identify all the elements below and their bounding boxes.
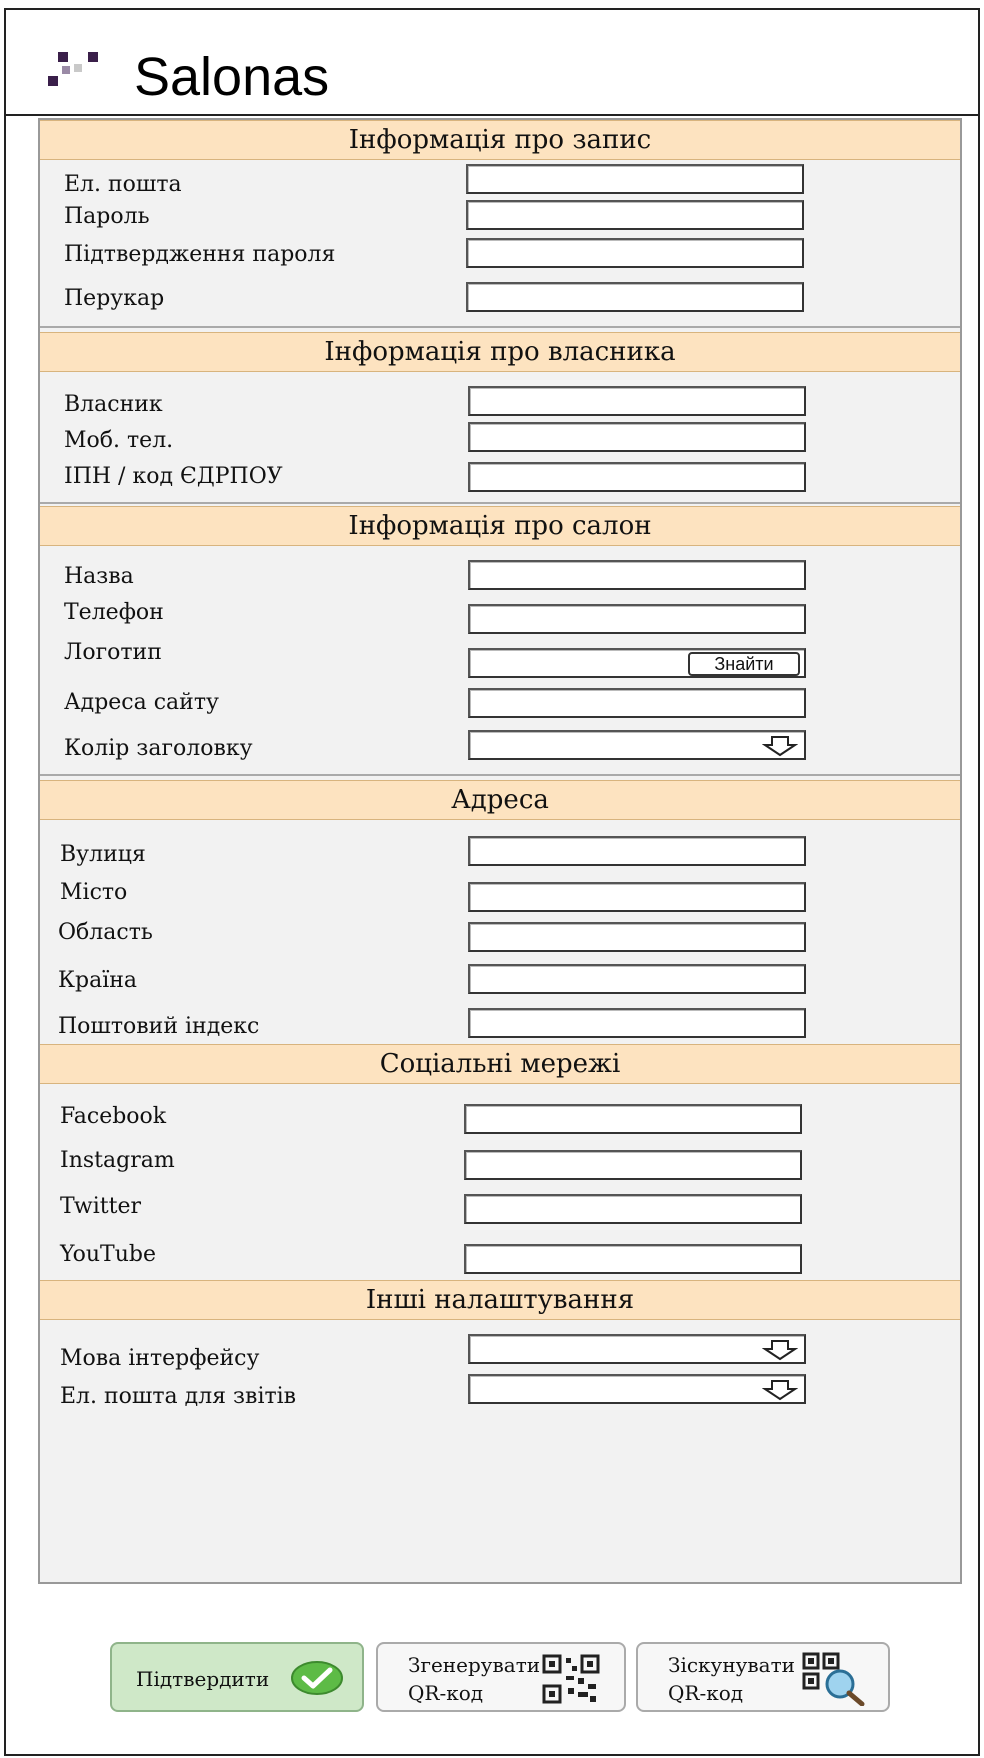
salon-phone-field[interactable] — [468, 604, 806, 634]
street-field[interactable] — [468, 836, 806, 866]
confirm-password-field[interactable] — [466, 238, 804, 268]
chevron-down-icon[interactable] — [762, 1379, 798, 1401]
section-header-salon: Інформація про салон — [40, 506, 960, 546]
qr-scan-magnifier-icon — [802, 1652, 865, 1706]
section-divider — [40, 326, 960, 328]
label-city: Місто — [60, 880, 128, 905]
label-mobile-phone: Моб. тел. — [64, 428, 174, 453]
region-field[interactable] — [468, 922, 806, 952]
logo-file-field[interactable]: Знайти — [468, 648, 806, 678]
label-youtube: YouTube — [60, 1242, 156, 1267]
label-report-email: Ел. пошта для звітів — [60, 1384, 297, 1409]
chevron-down-icon[interactable] — [762, 1339, 798, 1361]
app-title: Salonas — [134, 47, 330, 107]
city-field[interactable] — [468, 882, 806, 912]
email-field[interactable] — [466, 164, 804, 194]
twitter-field[interactable] — [464, 1194, 802, 1224]
find-logo-button[interactable]: Знайти — [688, 652, 800, 676]
youtube-field[interactable] — [464, 1244, 802, 1274]
password-field[interactable] — [466, 200, 804, 230]
section-header-address: Адреса — [40, 780, 960, 820]
registration-form: Інформація про запис Ел. пошта Пароль Пі… — [38, 118, 962, 1584]
label-header-color: Колір заголовку — [64, 736, 253, 761]
tax-id-field[interactable] — [468, 462, 806, 492]
report-email-dropdown[interactable] — [468, 1374, 806, 1404]
label-confirm-password: Підтвердження пароля — [64, 242, 336, 267]
country-field[interactable] — [468, 964, 806, 994]
website-field[interactable] — [468, 688, 806, 718]
salon-name-field[interactable] — [468, 560, 806, 590]
scan-qr-label-line1: Зіскунувати — [668, 1653, 796, 1677]
scan-qr-button[interactable]: Зіскунувати QR-код — [636, 1642, 890, 1712]
scan-qr-label-line2: QR-код — [668, 1681, 744, 1705]
label-street: Вулиця — [60, 842, 146, 867]
section-header-social: Соціальні мережі — [40, 1044, 960, 1084]
app-header: Salonas — [6, 10, 978, 116]
label-owner: Власник — [64, 392, 163, 417]
label-facebook: Facebook — [60, 1104, 167, 1129]
label-interface-language: Мова інтерфейсу — [60, 1346, 260, 1371]
section-header-account: Інформація про запис — [40, 120, 960, 160]
label-hairdresser: Перукар — [64, 286, 165, 311]
label-email: Ел. пошта — [64, 172, 182, 197]
section-header-owner: Інформація про власника — [40, 332, 960, 372]
qr-code-icon — [542, 1654, 600, 1704]
postal-code-field[interactable] — [468, 1008, 806, 1038]
generate-qr-label-line2: QR-код — [408, 1681, 484, 1705]
label-postal-code: Поштовий індекс — [58, 1014, 260, 1039]
label-password: Пароль — [64, 204, 150, 229]
label-salon-name: Назва — [64, 564, 134, 589]
label-twitter: Twitter — [60, 1194, 141, 1219]
chevron-down-icon[interactable] — [762, 735, 798, 757]
owner-field[interactable] — [468, 386, 806, 416]
interface-language-dropdown[interactable] — [468, 1334, 806, 1364]
instagram-field[interactable] — [464, 1150, 802, 1180]
label-logo: Логотип — [64, 640, 162, 665]
confirm-button[interactable]: Підтвердити — [110, 1642, 364, 1712]
generate-qr-button[interactable]: Згенерувати QR-код — [376, 1642, 626, 1712]
label-tax-id: ІПН / код ЄДРПОУ — [64, 464, 283, 489]
label-website: Адреса сайту — [64, 690, 219, 715]
confirm-button-label: Підтвердити — [136, 1667, 270, 1691]
section-header-other: Інші налаштування — [40, 1280, 960, 1320]
facebook-field[interactable] — [464, 1104, 802, 1134]
hairdresser-field[interactable] — [466, 282, 804, 312]
section-divider — [40, 502, 960, 504]
salonas-logo-icon — [48, 52, 98, 86]
label-instagram: Instagram — [60, 1148, 175, 1173]
checkmark-icon — [291, 1661, 343, 1695]
header-color-dropdown[interactable] — [468, 730, 806, 760]
generate-qr-label-line1: Згенерувати — [408, 1653, 541, 1677]
mobile-phone-field[interactable] — [468, 422, 806, 452]
label-salon-phone: Телефон — [64, 600, 164, 625]
label-region: Область — [58, 920, 153, 945]
section-divider — [40, 774, 960, 776]
label-country: Країна — [58, 968, 138, 993]
